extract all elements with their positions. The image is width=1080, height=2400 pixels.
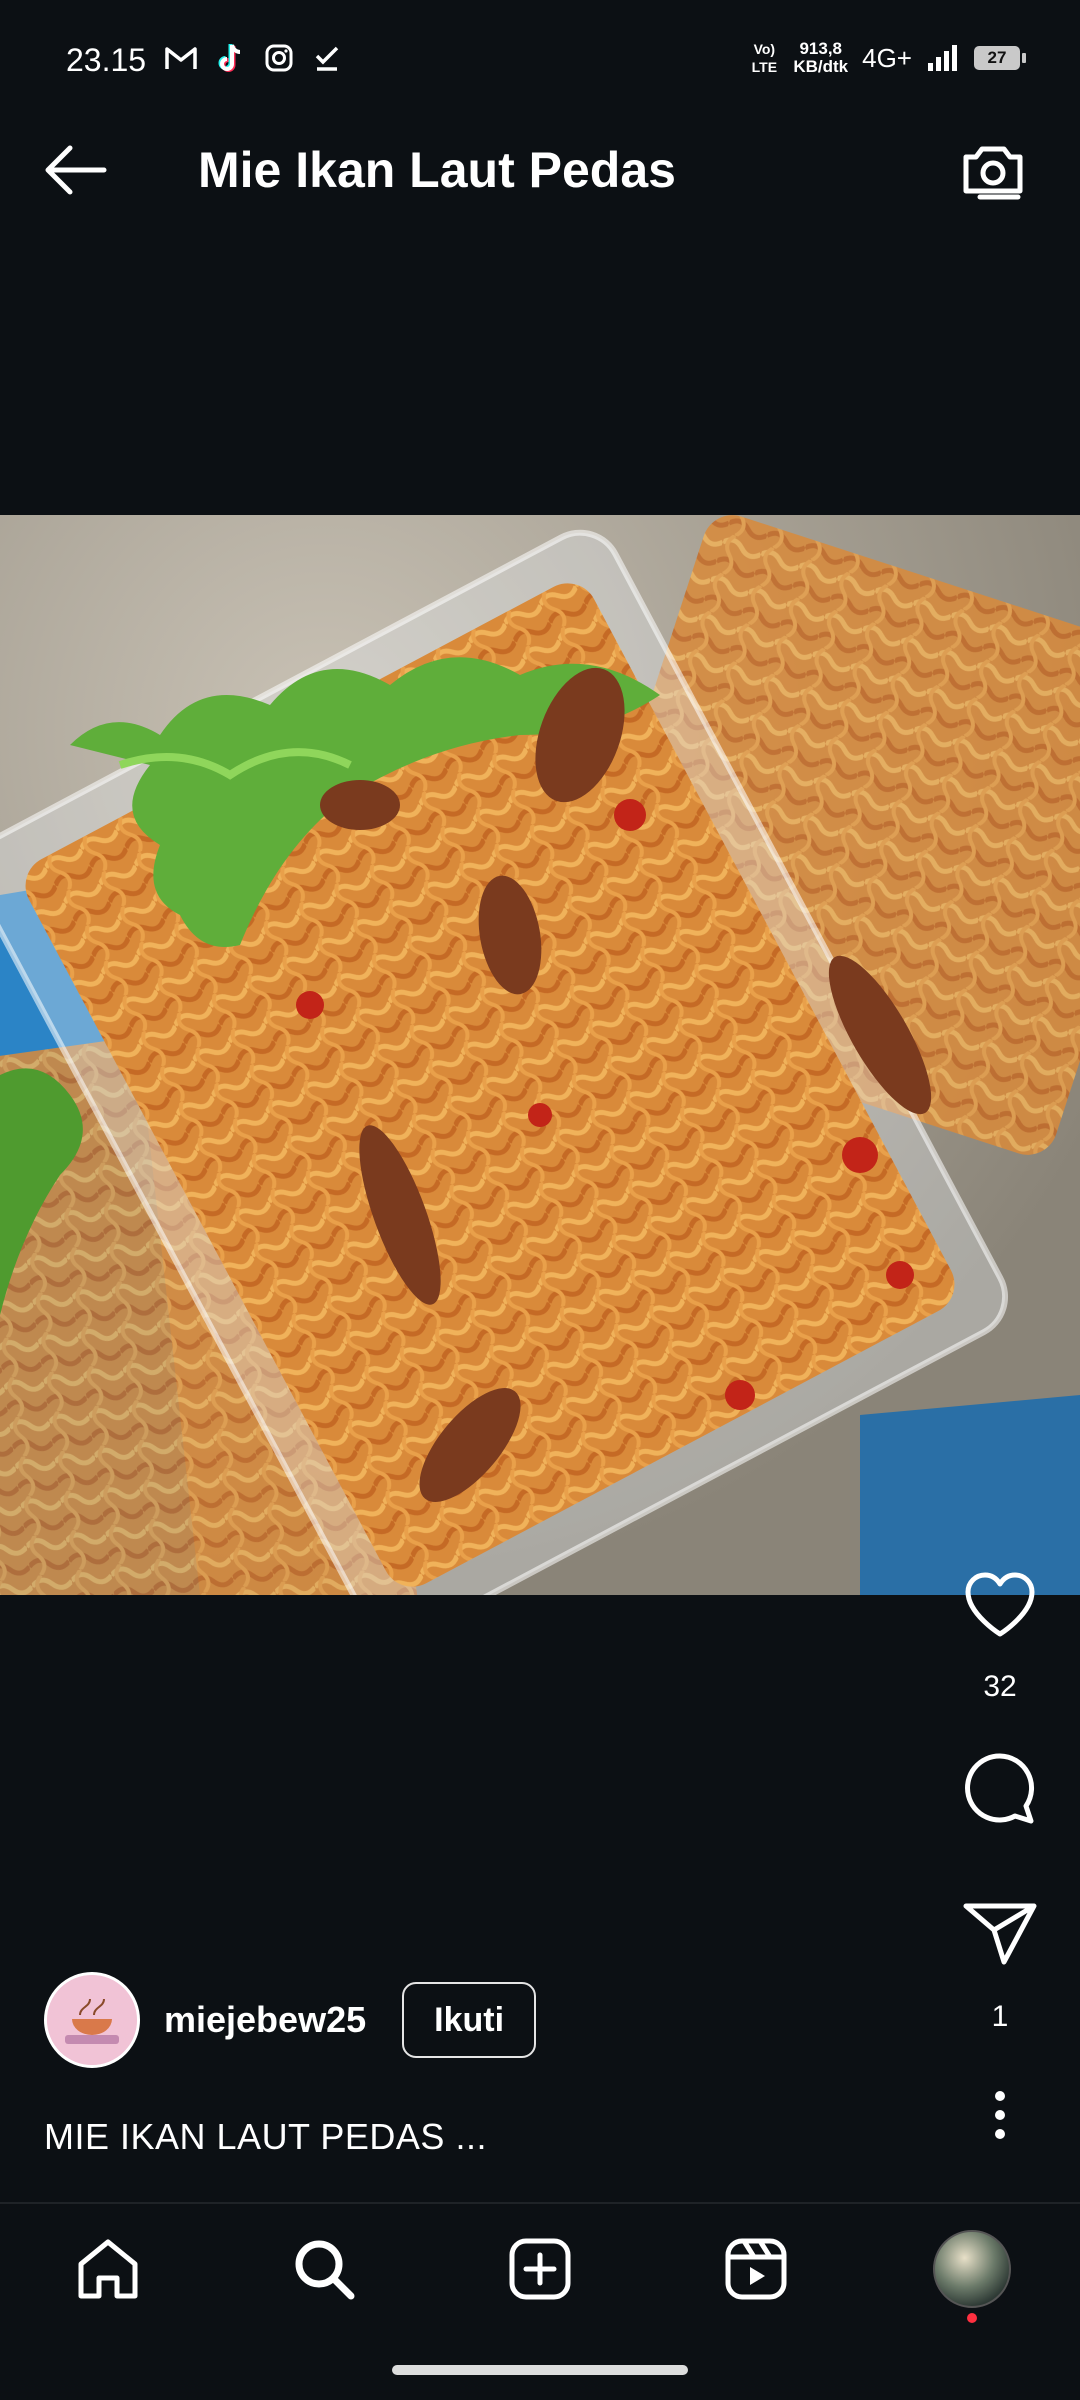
comment-icon (965, 1753, 1035, 1824)
network-speed: 913,8 KB/dtk (793, 40, 848, 76)
avatar-logo (47, 1975, 137, 2065)
author-username[interactable]: miejebew25 (164, 1999, 366, 2041)
home-icon (78, 2239, 138, 2299)
gmail-icon (165, 47, 197, 69)
more-vertical-icon (995, 2091, 1005, 2139)
like-button[interactable] (920, 1570, 1080, 1645)
post-author: miejebew25 Ikuti (44, 1972, 537, 2068)
arrow-left-icon (45, 145, 107, 195)
nav-create[interactable] (500, 2229, 580, 2309)
paper-plane-icon (963, 1903, 1037, 1965)
page-title: Mie Ikan Laut Pedas (198, 142, 676, 198)
home-indicator[interactable] (392, 2365, 688, 2375)
signal-icon (928, 45, 957, 71)
share-count: 1 (991, 2000, 1009, 2033)
follow-button[interactable]: Ikuti (402, 1982, 537, 2058)
bottom-navigation (0, 2202, 1080, 2334)
more-options-button[interactable] (920, 2090, 1080, 2145)
volte-label: Vo) LTE (751, 41, 778, 75)
comment-button[interactable] (920, 1750, 1080, 1831)
nav-profile[interactable] (932, 2229, 1012, 2323)
post-caption[interactable]: MIE IKAN LAUT PEDAS ... (44, 2116, 487, 2158)
nav-home[interactable] (68, 2229, 148, 2309)
profile-avatar (933, 2230, 1011, 2308)
camera-button[interactable] (958, 137, 1028, 203)
plus-square-icon (509, 2238, 571, 2300)
tiktok-icon (218, 44, 241, 72)
author-avatar[interactable] (44, 1972, 140, 2068)
share-button[interactable] (920, 1900, 1080, 1971)
instagram-icon (265, 44, 293, 72)
back-button[interactable] (40, 140, 110, 200)
post-actions: 32 1 (920, 1560, 1080, 2160)
network-type: 4G+ (862, 42, 912, 73)
status-right: Vo) LTE 913,8 KB/dtk 4G+ 27 (749, 40, 1026, 76)
nav-reels[interactable] (716, 2229, 796, 2309)
battery-indicator: 27 (974, 46, 1026, 70)
speed-unit: KB/dtk (793, 57, 849, 76)
download-done-icon (315, 46, 339, 71)
post-image[interactable] (0, 515, 1080, 1595)
notification-icons (164, 42, 342, 74)
status-bar: 23.15 Vo) LTE 913,8 KB/dtk 4G+ 27 (0, 0, 1080, 90)
camera-icon (963, 146, 1023, 200)
nav-search[interactable] (284, 2229, 364, 2309)
search-icon (295, 2240, 355, 2300)
like-count: 32 (983, 1670, 1017, 1703)
status-time: 23.15 (66, 42, 147, 78)
top-bar: Mie Ikan Laut Pedas (0, 110, 1080, 230)
noodle-photo-illustration (0, 515, 1080, 1595)
speed-value: 913,8 (799, 39, 842, 58)
notification-dot (967, 2313, 977, 2323)
reels-icon (725, 2238, 787, 2300)
heart-icon (965, 1572, 1035, 1637)
